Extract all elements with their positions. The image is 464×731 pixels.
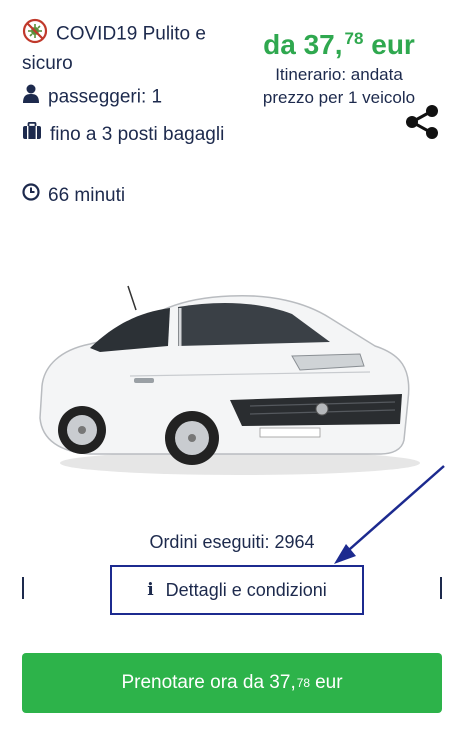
duration-label: 66 minuti — [48, 185, 126, 206]
itinerary-text: Itinerario: andata — [275, 65, 403, 84]
virus-icon — [22, 18, 48, 51]
covid-feature: COVID19 Pulito e sicuro — [22, 18, 242, 76]
info-icon: i — [147, 580, 154, 600]
details-conditions-link[interactable]: i Dettagli e condizioni — [110, 565, 364, 615]
divider-left — [22, 577, 24, 599]
user-icon — [22, 84, 40, 111]
luggage-label: fino a 3 posti bagagli — [50, 124, 225, 145]
share-icon[interactable] — [402, 104, 442, 140]
book-button-currency: eur — [315, 672, 343, 693]
suitcase-icon — [22, 122, 42, 147]
book-button-cents: 78 — [296, 676, 311, 690]
annotation-arrow — [320, 460, 450, 570]
price-currency: eur — [371, 29, 415, 60]
divider-right — [440, 577, 442, 599]
price-cents: 78 — [344, 29, 364, 48]
covid-label: COVID19 Pulito e sicuro — [22, 23, 206, 74]
luggage-feature: fino a 3 posti bagagli — [22, 122, 242, 147]
duration-feature: 66 minuti — [22, 183, 125, 208]
book-now-button[interactable]: Prenotare ora da 37, 78 eur — [22, 653, 442, 713]
passengers-feature: passeggeri: 1 — [22, 84, 162, 111]
passengers-label: passeggeri: 1 — [48, 86, 163, 108]
book-button-label: Prenotare ora da 37, — [121, 672, 296, 693]
price-value: da 37, 78 eur — [263, 29, 415, 60]
clock-icon — [22, 183, 40, 208]
price-summary: da 37, 78 eur Itinerario: andata prezzo p… — [244, 22, 434, 108]
details-label: Dettagli e condizioni — [165, 579, 327, 600]
